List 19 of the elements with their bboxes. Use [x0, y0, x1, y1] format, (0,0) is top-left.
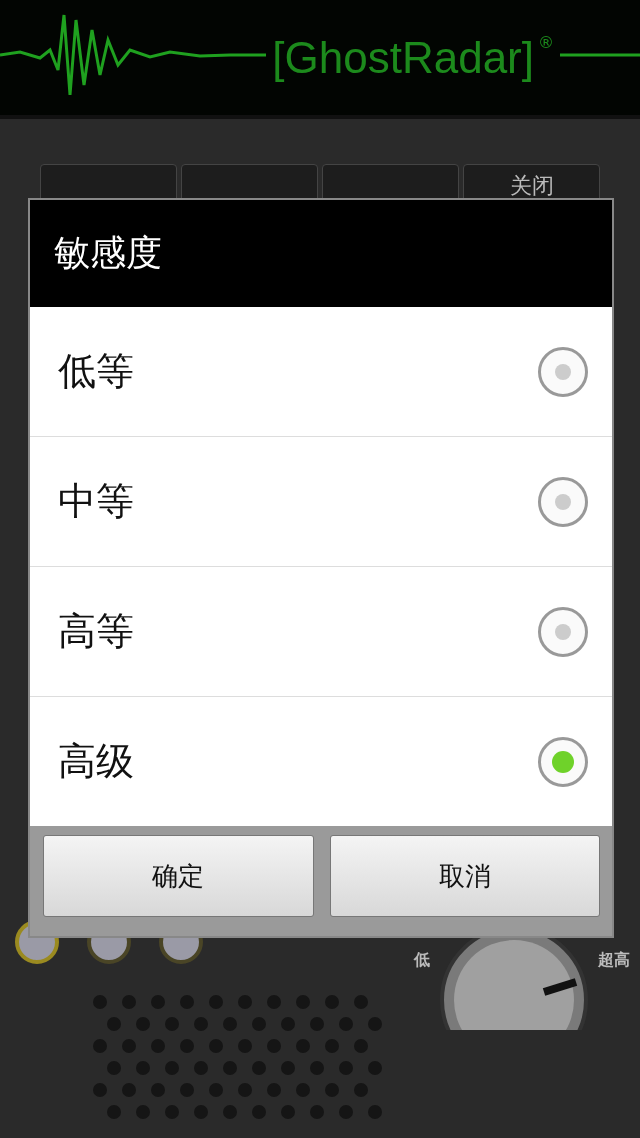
dialog-button[interactable]: 确定: [43, 835, 314, 917]
option-label: 高等: [58, 608, 134, 655]
radio-button[interactable]: [538, 346, 588, 397]
dialog-title: 敏感度: [30, 200, 612, 307]
option-row[interactable]: 中等: [30, 437, 612, 567]
dialog-button[interactable]: 取消: [329, 835, 600, 917]
option-row[interactable]: 高等: [30, 567, 612, 697]
option-label: 高级: [58, 738, 134, 785]
option-label: 中等: [58, 478, 134, 525]
app-logo: [GhostRadar]: [272, 32, 534, 83]
radio-button[interactable]: [538, 606, 588, 657]
registered-mark: ®: [538, 32, 554, 52]
radio-button[interactable]: [538, 476, 588, 527]
knob-label: 低: [414, 950, 430, 971]
radio-button[interactable]: [538, 736, 588, 787]
knob-label: 超高: [598, 950, 630, 971]
option-label: 低等: [58, 348, 134, 395]
option-row[interactable]: 低等: [30, 307, 612, 437]
option-row[interactable]: 高级: [30, 697, 612, 826]
